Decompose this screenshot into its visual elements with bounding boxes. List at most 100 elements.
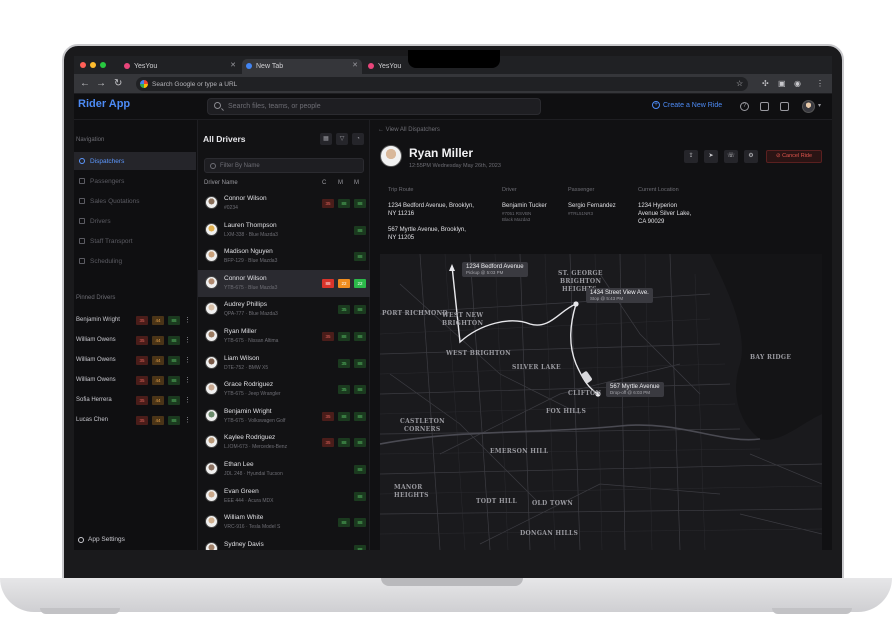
share-icon[interactable]: ⇪: [684, 150, 698, 163]
pinned-driver-row[interactable]: Lucas Chen 35 44 88 ⋮: [74, 414, 196, 428]
map-label: MANOR: [394, 484, 423, 491]
nav-item-scheduling[interactable]: Scheduling: [74, 252, 196, 270]
more-options-icon[interactable]: ⋮: [184, 316, 191, 324]
omnibox[interactable]: Search Google or type a URL: [136, 77, 748, 91]
pinned-driver-row[interactable]: William Owens 35 44 88 ⋮: [74, 334, 196, 348]
m-badge: 44: [152, 356, 164, 365]
view-all-dispatchers-link[interactable]: ← View All Dispatchers: [378, 127, 440, 133]
route-map[interactable]: ST. GEORGE BRIGHTON HEIGHTS PORT RICHMON…: [380, 254, 822, 550]
minimize-window-button[interactable]: [90, 62, 96, 68]
forward-arrow-icon[interactable]: →: [96, 78, 106, 90]
more-options-icon[interactable]: ⋮: [184, 376, 191, 384]
driver-row[interactable]: Madison Nguyen BFP-129 · Blue Mazda3 88: [198, 243, 370, 270]
pinned-driver-row[interactable]: Sofia Herrera 35 44 88 ⋮: [74, 394, 196, 408]
nav-item-passengers[interactable]: Passengers: [74, 172, 196, 190]
chevron-down-icon[interactable]: ▾: [818, 102, 821, 109]
c-badge: 35: [136, 376, 148, 385]
more-options-icon[interactable]: ⋮: [184, 356, 191, 364]
laptop-hinge-notch: [381, 578, 523, 586]
pinned-driver-name: Sofia Herrera: [76, 397, 112, 403]
driver-row[interactable]: Connor Wilson YTB-675 · Blue Mazda3 88 22 22: [198, 269, 370, 297]
driver-row[interactable]: Sydney DavisYTB-675 · Acura MDX88: [198, 536, 370, 550]
close-tab-icon[interactable]: ✕: [352, 61, 358, 69]
settings-icon[interactable]: ⚙: [744, 150, 758, 163]
driver-name: William White: [224, 514, 264, 522]
pickup-callout[interactable]: 1234 Bedford Avenue Pickup @ 5:03 PM: [462, 262, 528, 277]
search-placeholder: Search files, teams, or people: [228, 103, 321, 110]
nav-item-sales-quotations[interactable]: Sales Quotations: [74, 192, 196, 210]
map-label: SILVER LAKE: [512, 364, 561, 371]
maximize-window-button[interactable]: [100, 62, 106, 68]
dropoff-callout[interactable]: 567 Myrtle Avenue Drop-off @ 6:03 PM: [606, 382, 664, 397]
steering-wheel-icon: [79, 218, 85, 224]
search-input[interactable]: Search files, teams, or people: [207, 98, 541, 115]
driver-row[interactable]: Grace Rodriguez YTB-675 · Jeep Wrangler 35…: [198, 376, 370, 403]
laptop-foot-right: [772, 608, 852, 614]
browser-tab-3[interactable]: YesYou: [364, 59, 414, 74]
profile-icon[interactable]: ◉: [794, 79, 801, 88]
more-options-icon[interactable]: ⋮: [184, 416, 191, 424]
driver-row[interactable]: Evan Green EEE 444 · Acura MDX 88: [198, 483, 370, 510]
nav-item-drivers[interactable]: Drivers: [74, 212, 196, 230]
driver-row[interactable]: Benjamin Wright YTB-675 · Volkswagen Golf…: [198, 403, 370, 430]
driver-row[interactable]: Audrey Phillips QPA-777 · Blue Mazda3 35 88: [198, 296, 370, 323]
help-icon[interactable]: ?: [740, 102, 749, 111]
bookmark-star-icon[interactable]: ☆: [736, 79, 743, 88]
pinned-driver-row[interactable]: William Owens 35 44 88 ⋮: [74, 354, 196, 368]
user-filter-icon[interactable]: ◔: [352, 133, 364, 145]
gear-icon: [78, 536, 84, 543]
pinned-driver-row[interactable]: Benjamin Wright 35 44 88 ⋮: [74, 314, 196, 328]
nav-item-staff-transport[interactable]: Staff Transport: [74, 232, 196, 250]
driver-avatar: [205, 355, 218, 369]
more-options-icon[interactable]: ⋮: [184, 336, 191, 344]
driver-row[interactable]: Connor Wilson #0234 35 88 88: [198, 190, 370, 217]
inbox-icon[interactable]: [780, 102, 789, 111]
pinned-heading: Pinned Drivers: [76, 295, 116, 301]
driver-row[interactable]: Lauren Thompson LXM-338 · Blue Mazda3 88: [198, 217, 370, 244]
driver-row[interactable]: William White VRC-916 · Tesla Model S 88 88: [198, 509, 370, 536]
user-avatar[interactable]: [802, 100, 815, 113]
m2-badge: 22: [354, 278, 366, 288]
passenger-name: Sergio Fernandez: [568, 203, 616, 209]
pinned-driver-row[interactable]: William Owens 35 44 88 ⋮: [74, 374, 196, 388]
app-logo[interactable]: Rider App: [78, 98, 130, 110]
side-panel-icon[interactable]: ▣: [778, 79, 786, 88]
location-line2: Avenue Silver Lake,: [638, 211, 692, 217]
driver-row[interactable]: Ryan Miller YTB-675 · Nissan Altima 35 88 88: [198, 323, 370, 350]
extensions-icon[interactable]: ✣: [762, 79, 769, 88]
trip-route-label: Trip Route: [388, 187, 414, 193]
m2-badge: 88: [354, 438, 366, 448]
laptop-foot-left: [40, 608, 120, 614]
create-ride-button[interactable]: + Create a New Ride: [652, 101, 722, 109]
browser-tab-1[interactable]: YesYou ✕: [120, 59, 240, 74]
send-icon[interactable]: ➤: [704, 150, 718, 163]
more-options-icon[interactable]: ⋮: [184, 396, 191, 404]
back-arrow-icon[interactable]: ←: [80, 78, 90, 90]
grid-view-icon[interactable]: ▦: [320, 133, 332, 145]
m-badge: 44: [152, 416, 164, 425]
m2-badge: 88: [168, 376, 180, 385]
map-label: BRIGHTON: [560, 278, 602, 285]
driver-row[interactable]: Liam Wilson DTE-752 · BMW X5 35 88: [198, 350, 370, 377]
reload-icon[interactable]: ↻: [114, 78, 122, 90]
m2-badge: 88: [354, 465, 366, 474]
phone-icon[interactable]: ☏: [724, 150, 738, 163]
pickup-marker-icon: [449, 264, 455, 271]
chat-icon[interactable]: [760, 102, 769, 111]
chrome-menu-icon[interactable]: ⋮: [816, 79, 824, 88]
filter-icon[interactable]: ▽: [336, 133, 348, 145]
app-settings-button[interactable]: App Settings: [78, 536, 125, 543]
nav-item-dispatchers[interactable]: Dispatchers: [74, 152, 196, 170]
map-label: BRIGHTON: [442, 320, 484, 327]
driver-row[interactable]: Ethan Lee JDL 248 · Hyundai Tucson 88: [198, 456, 370, 483]
filter-by-name-input[interactable]: Filter By Name: [204, 158, 364, 173]
driver-row[interactable]: Kaylee Rodriguez L.IOM-673 · Mercedes-Ben…: [198, 429, 370, 456]
m2-badge: 88: [168, 316, 180, 325]
close-tab-icon[interactable]: ✕: [230, 61, 236, 69]
plus-circle-icon: +: [652, 101, 660, 109]
browser-tab-2[interactable]: New Tab ✕: [242, 59, 362, 74]
close-window-button[interactable]: [80, 62, 86, 68]
driver-name: Connor Wilson: [224, 274, 267, 282]
stop-callout[interactable]: 1434 Street View Ave. Stop @ 5:43 PM: [586, 288, 653, 303]
cancel-ride-button[interactable]: ⊘ Cancel Ride: [766, 150, 822, 163]
